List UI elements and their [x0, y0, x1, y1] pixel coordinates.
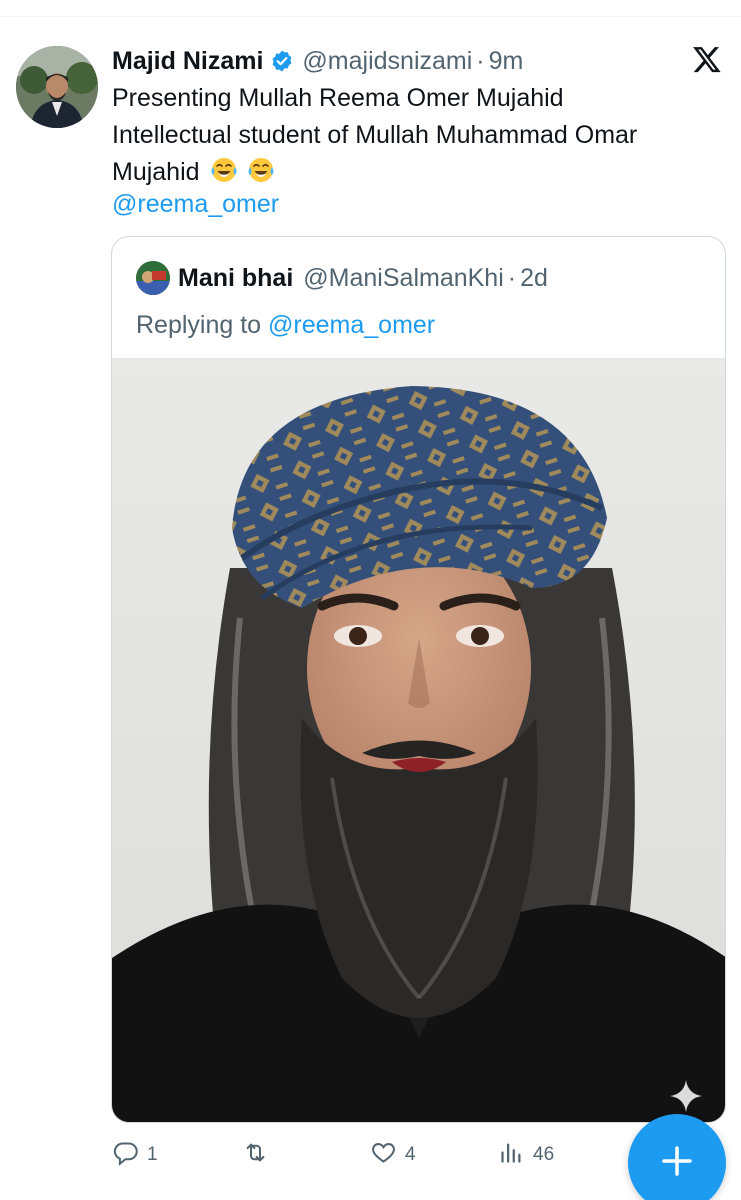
quoted-author-name[interactable]: Mani bhai: [178, 264, 293, 293]
quoted-author-avatar[interactable]: [136, 261, 170, 295]
quoted-tweet-image[interactable]: [112, 358, 725, 1122]
retweet-icon: [242, 1139, 269, 1172]
meta-separator: ·: [507, 263, 517, 292]
quoted-author-handle[interactable]: @ManiSalmanKhi: [303, 264, 503, 293]
views-icon: [498, 1139, 525, 1172]
like-icon: [370, 1139, 397, 1172]
retweet-button[interactable]: [242, 1136, 277, 1174]
author-name[interactable]: Majid Nizami: [112, 42, 263, 80]
reply-count: 1: [147, 1144, 158, 1165]
compose-button[interactable]: [628, 1114, 726, 1200]
tweet-timestamp[interactable]: 9m: [489, 42, 524, 80]
views-count: 46: [533, 1144, 555, 1165]
tweet-text-fragment: Mujahid: [112, 158, 200, 186]
top-divider: [0, 16, 741, 17]
face-with-tears-of-joy-icon: [247, 156, 275, 184]
author-avatar[interactable]: [16, 46, 98, 128]
sparkle-icon: [668, 1078, 704, 1114]
replying-to-label: Replying to: [136, 311, 262, 339]
tweet-header: Majid Nizami @majidsnizami · 9m: [112, 42, 523, 80]
quoted-tweet-timestamp[interactable]: 2d: [520, 264, 548, 293]
like-button[interactable]: 4: [370, 1136, 416, 1174]
verified-badge-icon: [270, 49, 294, 73]
replying-to-mention[interactable]: @reema_omer: [268, 311, 435, 339]
tweet-text-line: Presenting Mullah Reema Omer Mujahid: [112, 84, 564, 112]
meta-separator: ·: [476, 47, 485, 75]
quoted-tweet-card[interactable]: Mani bhai @ManiSalmanKhi · 2d Replying t…: [111, 236, 726, 1123]
tweet-mention-link[interactable]: @reema_omer: [112, 186, 279, 223]
author-handle[interactable]: @majidsnizami: [302, 42, 472, 80]
x-logo-icon: [692, 44, 722, 74]
plus-icon: [657, 1141, 697, 1186]
replying-to-line: Replying to @reema_omer: [136, 307, 435, 344]
views-button[interactable]: 46: [498, 1136, 554, 1174]
reply-icon: [112, 1139, 139, 1172]
face-with-tears-of-joy-icon: [210, 156, 238, 184]
tweet-action-bar: 1 4 46: [112, 1136, 632, 1174]
reply-button[interactable]: 1: [112, 1136, 158, 1174]
like-count: 4: [405, 1144, 416, 1165]
tweet-text: Presenting Mullah Reema Omer Mujahid Int…: [112, 80, 712, 191]
quoted-tweet-header: Mani bhai @ManiSalmanKhi · 2d: [178, 259, 548, 297]
tweet-text-line: Intellectual student of Mullah Muhammad …: [112, 121, 638, 149]
